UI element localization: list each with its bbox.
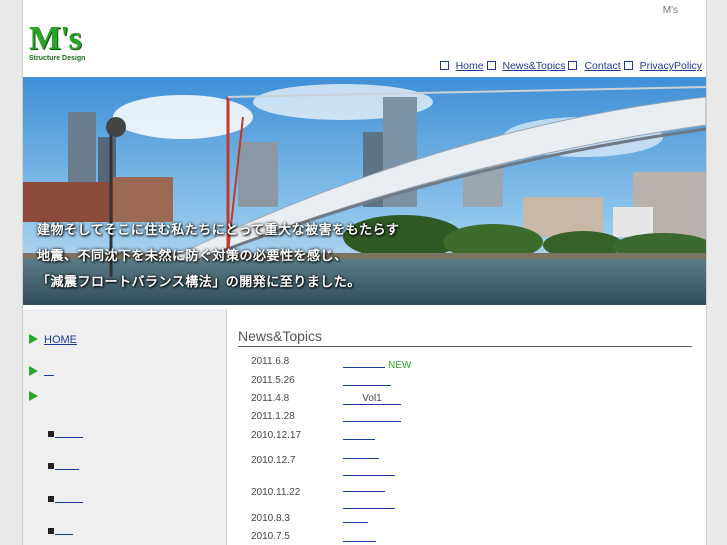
arrow-right-icon (29, 391, 38, 401)
news-item-link[interactable] (343, 511, 368, 526)
news-date: 2011.1.28 (251, 411, 295, 422)
sidebar-item-home[interactable]: HOME (29, 334, 77, 346)
sidebar-subitem[interactable] (48, 429, 83, 440)
sidebar-subitem[interactable] (48, 494, 83, 505)
page-container: M's M's Structure Design Home News&Topic… (22, 0, 707, 545)
news-item-link[interactable] (343, 447, 395, 479)
arrow-right-icon (29, 334, 38, 344)
sidebar-subitem[interactable] (48, 461, 79, 472)
news-date: 2010.12.7 (251, 455, 296, 466)
nav-privacy-link[interactable]: PrivacyPolicy (640, 60, 702, 72)
sidebar: HOME (23, 309, 227, 545)
news-date: 2010.7.5 (251, 531, 290, 542)
sidebar-item-2[interactable] (29, 366, 54, 378)
hero-text-line-3: 「減震フロートバランス構法」の開発に至りました。 (37, 274, 361, 289)
hero-text-line-2: 地震、不同沈下を未然に防ぐ対策の必要性を感じ、 (37, 248, 348, 263)
top-right-label: M's (662, 5, 678, 16)
news-item-link[interactable] (343, 480, 395, 512)
sidebar-item-3[interactable] (29, 391, 44, 403)
nav-home-link[interactable]: Home (456, 60, 484, 72)
square-icon (48, 431, 54, 437)
new-badge: NEW (388, 360, 412, 371)
news-item-link[interactable] (343, 374, 391, 389)
news-date: 2010.12.17 (251, 430, 302, 441)
hero-text-line-1: 建物そしてそこに住む私たちにとって重大な被害をもたらす (37, 222, 400, 237)
hero-banner: 建物そしてそこに住む私たちにとって重大な被害をもたらす 地震、不同沈下を未然に防… (23, 77, 706, 305)
news-date: 2011.5.26 (251, 375, 295, 386)
news-date: 2011.4.8 (251, 393, 290, 404)
news-item-link[interactable]: NEW (343, 356, 411, 371)
site-logo[interactable]: M's Structure Design (29, 22, 91, 70)
logo-sub-text: Structure Design (29, 55, 86, 62)
logo-main-text: M's (29, 20, 82, 57)
square-icon (48, 528, 54, 534)
arrow-right-icon (29, 366, 38, 376)
checkbox-icon (568, 61, 578, 70)
news-item-link[interactable] (343, 410, 401, 425)
news-item-link[interactable] (343, 530, 376, 545)
nav-contact-link[interactable]: Contact (584, 60, 620, 72)
sidebar-subitem[interactable] (48, 526, 73, 537)
news-date: 2010.11.22 (251, 487, 301, 498)
checkbox-icon (623, 61, 633, 70)
news-date: 2010.8.3 (251, 513, 290, 524)
top-navigation: Home News&Topics Contact PrivacyPolicy (439, 60, 702, 72)
news-date: 2011.6.8 (251, 356, 290, 367)
square-icon (48, 496, 54, 502)
sidebar-item-label: HOME (44, 334, 77, 346)
news-heading: News&Topics (238, 328, 692, 347)
news-item-link[interactable] (343, 428, 375, 443)
sidebar-item-label (44, 374, 54, 376)
nav-news-link[interactable]: News&Topics (503, 60, 566, 72)
news-item-link[interactable]: Vol1 (343, 393, 401, 405)
checkbox-icon (439, 61, 449, 70)
checkbox-icon (486, 61, 496, 70)
square-icon (48, 463, 54, 469)
